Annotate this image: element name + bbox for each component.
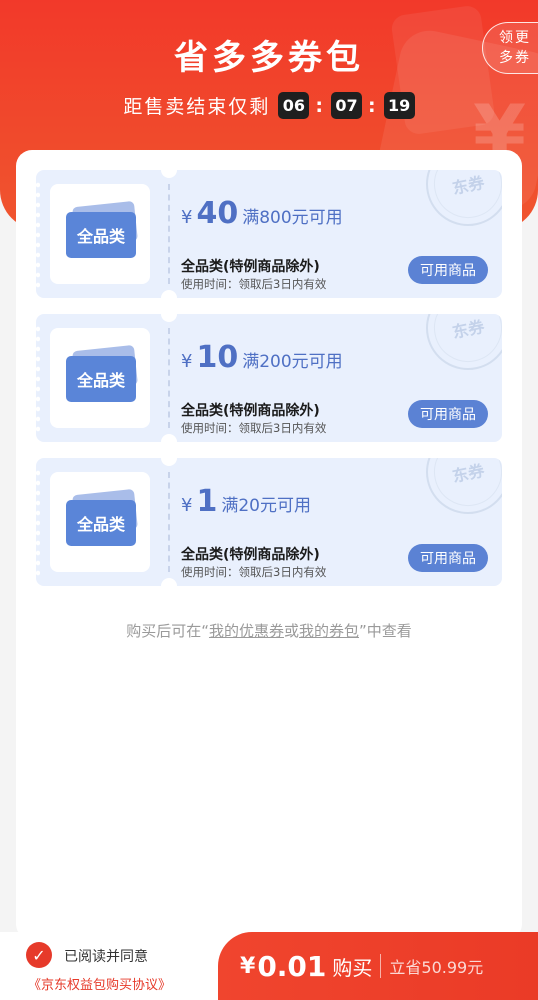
coupon-value: 10 — [196, 340, 239, 375]
note-prefix: 购买后可在“ — [126, 622, 209, 640]
yen-symbol: ¥ — [240, 953, 256, 979]
ticket-icon: 全品类 — [66, 500, 136, 546]
coupon-amount: ¥ 10 满200元可用 — [181, 340, 343, 375]
coupon-scope: 全品类(特例商品除外) — [181, 547, 320, 563]
divider — [380, 954, 382, 978]
coupon-divider — [168, 328, 170, 428]
coupon-thumbnail: 全品类 — [50, 328, 150, 428]
coupon-card: 全品类 东券 ¥ 40 满800元可用 全品类(特例商品除外) 使用时间：领取后… — [36, 170, 502, 298]
coupon-scope: 全品类(特例商品除外) — [181, 259, 320, 275]
purchase-agreement-link[interactable]: 《京东权益包购买协议》 — [28, 974, 171, 993]
coupon-divider — [168, 184, 170, 284]
jd-coupon-stamp-icon: 东券 — [418, 458, 502, 522]
countdown-colon: : — [315, 94, 325, 117]
coupon-condition: 满20元可用 — [221, 496, 311, 516]
coupon-validity: 使用时间：领取后3日内有效 — [181, 421, 327, 435]
coupon-value: 40 — [196, 196, 239, 231]
coupon-notch — [161, 434, 177, 442]
available-products-button[interactable]: 可用商品 — [408, 400, 488, 428]
bottom-bar: ✓ 已阅读并同意 《京东权益包购买协议》 ¥ 0.01 购买 立省50.99元 — [0, 932, 538, 1000]
coupon-notch — [161, 458, 177, 466]
coupon-thumbnail: 全品类 — [50, 184, 150, 284]
page-title: 省多多券包 — [174, 38, 364, 78]
price: 0.01 — [257, 949, 327, 983]
countdown-label: 距售卖结束仅剩 — [123, 96, 271, 118]
coupon-card: 全品类 东券 ¥ 1 满20元可用 全品类(特例商品除外) 使用时间：领取后3日… — [36, 458, 502, 586]
coupon-notch — [161, 578, 177, 586]
coupon-condition: 满800元可用 — [242, 208, 343, 228]
coupon-edge — [36, 324, 40, 432]
jd-coupon-stamp-icon: 东券 — [418, 170, 502, 234]
coupon-divider — [168, 472, 170, 572]
available-products-button[interactable]: 可用商品 — [408, 256, 488, 284]
coupon-panel: 全品类 东券 ¥ 40 满800元可用 全品类(特例商品除外) 使用时间：领取后… — [16, 150, 522, 940]
coupon-validity: 使用时间：领取后3日内有效 — [181, 277, 327, 291]
note-mid: 或 — [283, 622, 299, 640]
more-button-line1: 领更 — [499, 30, 531, 46]
coupon-validity: 使用时间：领取后3日内有效 — [181, 565, 327, 579]
ticket-icon: 全品类 — [66, 356, 136, 402]
yen-symbol: ¥ — [181, 351, 193, 372]
my-coupon-pack-link[interactable]: 我的券包 — [299, 622, 359, 640]
coupon-edge — [36, 468, 40, 576]
buy-label: 购买 — [332, 955, 373, 980]
countdown-minutes: 07 — [331, 92, 362, 119]
coupon-notch — [161, 290, 177, 298]
get-more-coupons-button[interactable]: 领更 多券 — [482, 22, 538, 74]
coupon-amount: ¥ 1 满20元可用 — [181, 484, 311, 519]
agree-label: 已阅读并同意 — [64, 949, 148, 965]
jd-coupon-stamp-icon: 东券 — [418, 314, 502, 378]
coupon-thumbnail: 全品类 — [50, 472, 150, 572]
coupon-amount: ¥ 40 满800元可用 — [181, 196, 343, 231]
countdown-colon: : — [368, 94, 378, 117]
coupon-notch — [161, 170, 177, 178]
coupon-card: 全品类 东券 ¥ 10 满200元可用 全品类(特例商品除外) 使用时间：领取后… — [36, 314, 502, 442]
agree-checkbox-checkmark-icon[interactable]: ✓ — [26, 942, 52, 968]
ticket-icon: 全品类 — [66, 212, 136, 258]
yen-symbol: ¥ — [181, 495, 193, 516]
my-coupons-link[interactable]: 我的优惠券 — [209, 622, 284, 640]
available-products-button[interactable]: 可用商品 — [408, 544, 488, 572]
yen-symbol: ¥ — [181, 207, 193, 228]
coupon-notch — [161, 314, 177, 322]
coupon-value: 1 — [196, 484, 218, 519]
coupon-condition: 满200元可用 — [242, 352, 343, 372]
countdown-seconds: 19 — [383, 92, 415, 119]
buy-button[interactable]: ¥ 0.01 购买 立省50.99元 — [218, 932, 538, 1000]
savings-text: 立省50.99元 — [389, 958, 484, 977]
countdown-hours: 06 — [278, 92, 310, 119]
countdown: 距售卖结束仅剩 06 : 07 : 19 — [0, 92, 538, 119]
coupon-scope: 全品类(特例商品除外) — [181, 403, 320, 419]
coupon-edge — [36, 180, 40, 288]
note-suffix: ”中查看 — [359, 622, 412, 640]
view-location-note: 购买后可在“我的优惠券或我的券包”中查看 — [16, 620, 522, 641]
more-button-line2: 多券 — [499, 50, 531, 66]
